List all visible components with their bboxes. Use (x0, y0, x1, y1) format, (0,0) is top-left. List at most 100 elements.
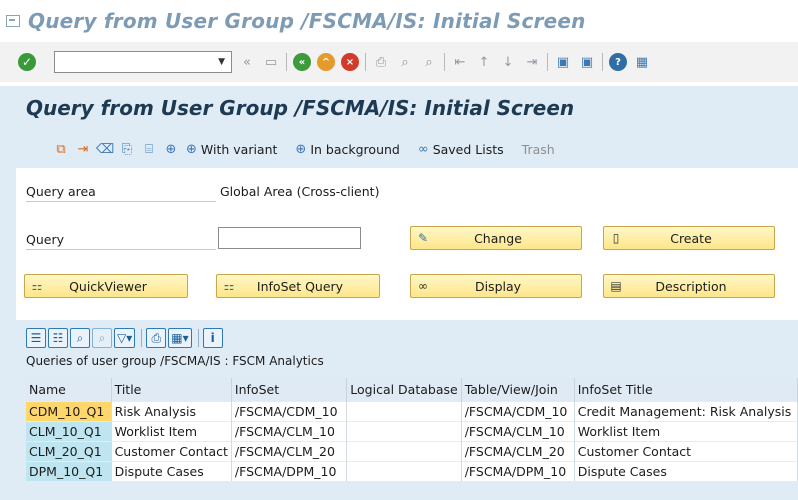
toolbar-separator (365, 53, 366, 71)
display-button[interactable]: ∞ Display (410, 274, 582, 298)
align-top-icon[interactable]: ☷ (48, 328, 68, 348)
glasses-icon: ∞ (418, 279, 428, 293)
first-page-icon[interactable]: ⇤ (451, 53, 469, 71)
language-icon[interactable]: ⌸ (140, 140, 158, 158)
toolbar-separator (286, 53, 287, 71)
command-field[interactable]: ▼ (54, 51, 232, 73)
toolbar-separator (444, 53, 445, 71)
background-icon: ⊕ (295, 141, 307, 157)
cell-infoset[interactable]: /FSCMA/CDM_10 (231, 400, 348, 421)
cell-infoset[interactable]: /FSCMA/CLM_20 (231, 440, 348, 461)
grid-title: Queries of user group /FSCMA/IS : FSCM A… (26, 354, 324, 368)
align-center-icon[interactable]: ☰ (26, 328, 46, 348)
trash-button[interactable]: Trash (522, 142, 555, 157)
window-menu-icon[interactable] (6, 15, 20, 27)
cell-logical-database[interactable] (346, 460, 462, 481)
form-panel: Query area Global Area (Cross-client) Qu… (16, 168, 798, 320)
column-header-logical-database[interactable]: Logical Database (346, 378, 462, 401)
quickviewer-icon: ⚏ (31, 279, 43, 293)
infoset-query-button[interactable]: ⚏ InfoSet Query (216, 274, 380, 298)
last-page-icon[interactable]: ⇥ (523, 53, 541, 71)
cell-infoset-title[interactable]: Dispute Cases (574, 460, 798, 481)
cell-logical-database[interactable] (346, 440, 462, 461)
execute-variant-icon: ⊕ (186, 141, 197, 157)
print-icon[interactable]: ⎙ (372, 53, 390, 71)
table-header-row: Name Title InfoSet Logical Database Tabl… (26, 378, 798, 401)
with-variant-button[interactable]: ⊕ With variant (186, 142, 277, 157)
label-underline (26, 249, 216, 250)
application-toolbar: ⧉ ⇥ ⌫ ⎘ ⌸ ⊕ ⊕ With variant ⊕ In backgrou… (0, 132, 798, 166)
layout-icon[interactable]: ▦▾ (168, 328, 192, 348)
change-button[interactable]: ✎ Change (410, 226, 582, 250)
cell-table-view-join[interactable]: /FSCMA/DPM_10 (461, 460, 575, 481)
cell-logical-database[interactable] (346, 400, 462, 421)
cell-title[interactable]: Customer Contact (111, 440, 232, 461)
cell-table-view-join[interactable]: /FSCMA/CLM_10 (461, 420, 575, 441)
cell-infoset[interactable]: /FSCMA/CLM_10 (231, 420, 348, 441)
description-icon: ▤ (610, 279, 622, 293)
pencil-icon: ✎ (417, 231, 429, 245)
cell-name[interactable]: DPM_10_Q1 (26, 460, 112, 481)
cell-title[interactable]: Worklist Item (111, 420, 232, 441)
find-icon[interactable]: ⌕ (396, 53, 414, 71)
back-button[interactable]: « (293, 53, 311, 71)
cell-infoset-title[interactable]: Customer Contact (574, 440, 798, 461)
cell-table-view-join[interactable]: /FSCMA/CDM_10 (461, 400, 575, 421)
in-background-button[interactable]: ⊕ In background (295, 142, 399, 157)
cell-infoset-title[interactable]: Credit Management: Risk Analysis (574, 400, 798, 421)
cell-infoset-title[interactable]: Worklist Item (574, 420, 798, 441)
cell-logical-database[interactable] (346, 420, 462, 441)
find-icon[interactable]: ⌕ (70, 328, 90, 348)
create-button[interactable]: ▯ Create (603, 226, 775, 250)
help-button[interactable]: ? (609, 53, 627, 71)
saved-lists-button[interactable]: ∞ Saved Lists (418, 142, 504, 157)
cell-title[interactable]: Risk Analysis (111, 400, 232, 421)
previous-page-icon[interactable]: ↑ (475, 53, 493, 71)
toolbar-separator (602, 53, 603, 71)
query-input[interactable] (218, 227, 361, 249)
table-row[interactable]: DPM_10_Q1 Dispute Cases /FSCMA/DPM_10 /F… (26, 460, 798, 481)
window-titlebar: Query from User Group /FSCMA/IS: Initial… (0, 0, 798, 42)
queries-table: Name Title InfoSet Logical Database Tabl… (26, 378, 798, 481)
chevron-down-icon[interactable]: ▼ (218, 57, 225, 67)
description-button[interactable]: ▤ Description (603, 274, 775, 298)
cell-table-view-join[interactable]: /FSCMA/CLM_20 (461, 440, 575, 461)
cancel-button[interactable]: × (341, 53, 359, 71)
table-row[interactable]: CLM_20_Q1 Customer Contact /FSCMA/CLM_20… (26, 440, 798, 461)
column-header-infoset-title[interactable]: InfoSet Title (574, 378, 798, 401)
create-session-icon[interactable]: ▣ (554, 53, 572, 71)
copy-icon[interactable]: ⧉ (52, 140, 70, 158)
exit-button[interactable]: ^ (317, 53, 335, 71)
rename-icon[interactable]: ⇥ (74, 140, 92, 158)
cell-name[interactable]: CLM_10_Q1 (26, 420, 112, 441)
double-left-icon[interactable]: « (238, 53, 256, 71)
screen-title: Query from User Group /FSCMA/IS: Initial… (26, 96, 575, 120)
cell-infoset[interactable]: /FSCMA/DPM_10 (231, 460, 348, 481)
find-next-icon[interactable]: ⌕ (420, 53, 438, 71)
cell-name[interactable]: CLM_20_Q1 (26, 440, 112, 461)
delete-icon[interactable]: ⌫ (96, 140, 114, 158)
column-header-name[interactable]: Name (26, 378, 112, 401)
column-header-title[interactable]: Title (111, 378, 232, 401)
print-icon[interactable]: ⎙ (146, 328, 167, 348)
execute-icon[interactable]: ⊕ (162, 140, 180, 158)
table-row[interactable]: CLM_10_Q1 Worklist Item /FSCMA/CLM_10 /F… (26, 420, 798, 441)
query-area-value: Global Area (Cross-client) (220, 184, 380, 199)
info-icon[interactable]: i (202, 328, 223, 348)
glasses-icon: ∞ (417, 141, 429, 157)
next-page-icon[interactable]: ↓ (499, 53, 517, 71)
table-row[interactable]: CDM_10_Q1 Risk Analysis /FSCMA/CDM_10 /F… (26, 400, 798, 421)
transport-icon[interactable]: ⎘ (118, 140, 136, 158)
customize-layout-icon[interactable]: ▦ (633, 53, 651, 71)
column-header-infoset[interactable]: InfoSet (231, 378, 348, 401)
enter-button[interactable]: ✓ (18, 53, 36, 71)
find-next-icon[interactable]: ⌕ (92, 328, 112, 348)
cell-name[interactable]: CDM_10_Q1 (26, 400, 112, 421)
shortcut-icon[interactable]: ▣ (578, 53, 596, 71)
cell-title[interactable]: Dispute Cases (111, 460, 232, 481)
column-header-table-view-join[interactable]: Table/View/Join (461, 378, 575, 401)
filter-icon[interactable]: ▽▾ (114, 328, 136, 348)
save-icon[interactable]: ▭ (262, 53, 280, 71)
toolbar-separator (141, 329, 143, 347)
quickviewer-button[interactable]: ⚏ QuickViewer (24, 274, 188, 298)
